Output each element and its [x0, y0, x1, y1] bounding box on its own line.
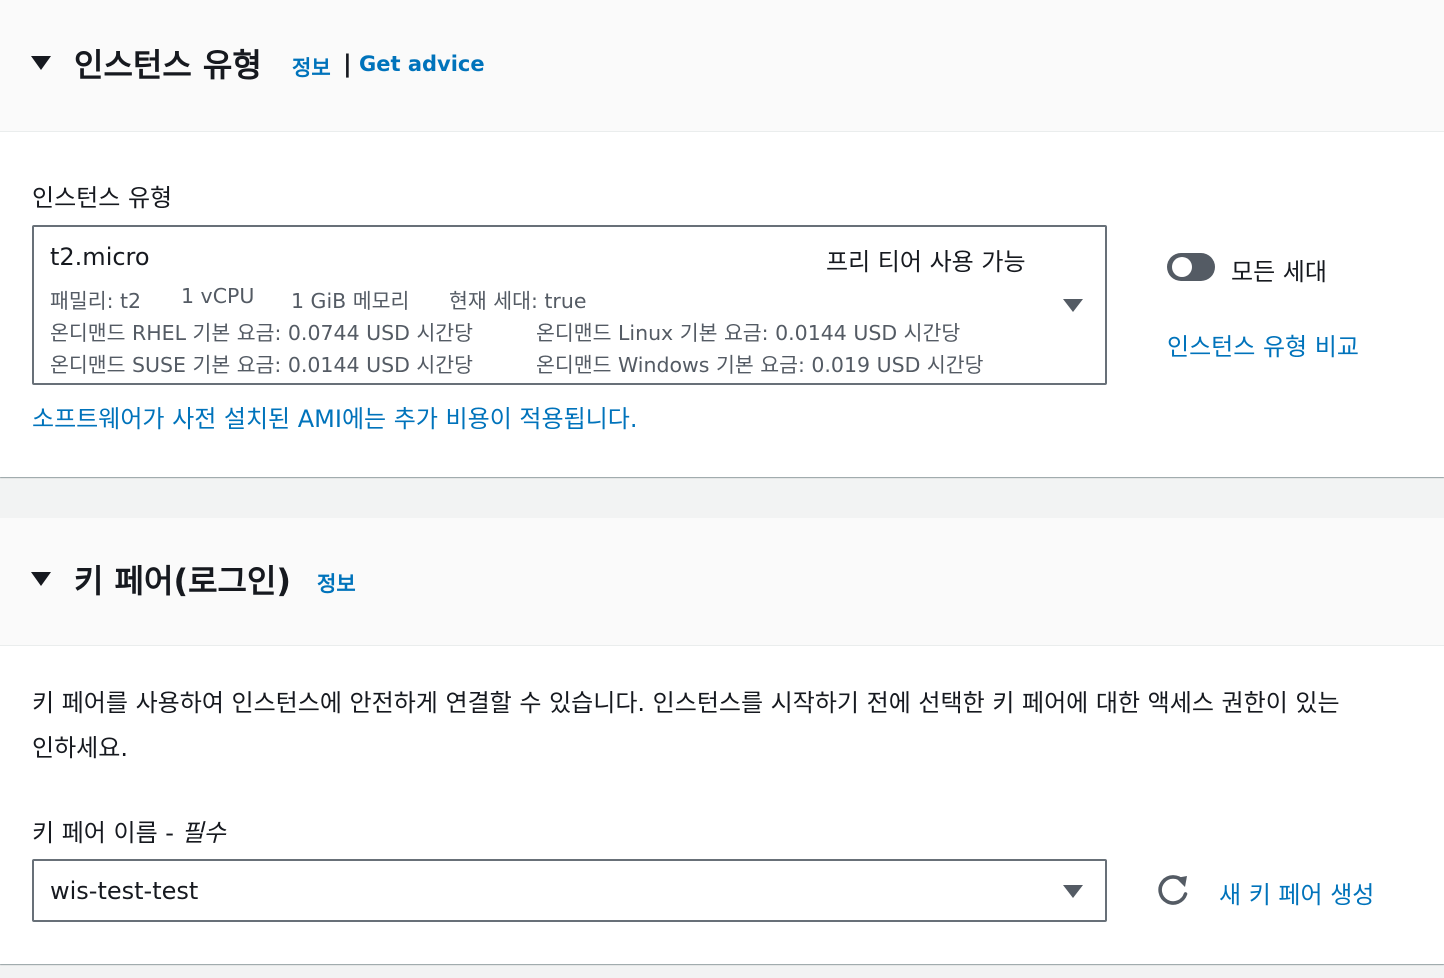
chevron-down-icon	[1063, 299, 1083, 312]
key-pair-header: 키 페어(로그인) 정보	[0, 518, 1444, 646]
key-pair-select[interactable]: wis-test-test	[32, 859, 1107, 922]
instance-vcpu: 1 vCPU	[181, 284, 255, 308]
instance-current-gen: 현재 세대: true	[449, 289, 587, 313]
instance-memory: 1 GiB 메모리	[291, 289, 410, 313]
collapse-caret-icon[interactable]	[31, 572, 51, 586]
compare-instance-types-link[interactable]: 인스턴스 유형 비교	[1167, 327, 1359, 362]
info-link[interactable]: 정보	[292, 52, 331, 82]
all-generations-toggle[interactable]	[1167, 253, 1215, 281]
chevron-down-icon	[1063, 885, 1083, 898]
required-marker: 필수	[181, 819, 226, 847]
instance-type-select[interactable]: t2.micro 프리 티어 사용 가능 패밀리: t2 1 vCPU 1 Gi…	[32, 225, 1107, 385]
refresh-icon[interactable]	[1154, 872, 1192, 910]
info-link[interactable]: 정보	[317, 568, 356, 598]
rhel-price: 온디맨드 RHEL 기본 요금: 0.0744 USD 시간당	[50, 321, 474, 345]
section-title: 키 페어(로그인)	[74, 562, 292, 600]
instance-type-field-label: 인스턴스 유형	[32, 184, 173, 212]
key-pair-selected-value: wis-test-test	[50, 877, 199, 905]
get-advice-link[interactable]: Get advice	[359, 52, 485, 76]
instance-family: 패밀리: t2	[50, 289, 142, 313]
windows-price: 온디맨드 Windows 기본 요금: 0.019 USD 시간당	[536, 353, 984, 377]
separator: |	[343, 50, 352, 78]
all-generations-label: 모든 세대	[1231, 258, 1327, 286]
instance-type-header: 인스턴스 유형 정보 | Get advice	[0, 0, 1444, 132]
toggle-knob	[1172, 257, 1192, 277]
instance-type-panel: 인스턴스 유형 정보 | Get advice 인스턴스 유형 t2.micro…	[0, 0, 1444, 477]
free-tier-badge: 프리 티어 사용 가능	[826, 248, 1026, 276]
key-pair-description-cont: 인하세요.	[32, 734, 128, 762]
key-pair-description: 키 페어를 사용하여 인스턴스에 안전하게 연결할 수 있습니다. 인스턴스를 …	[32, 689, 1340, 717]
ami-cost-note-link[interactable]: 소프트웨어가 사전 설치된 AMI에는 추가 비용이 적용됩니다.	[32, 399, 637, 434]
suse-price: 온디맨드 SUSE 기본 요금: 0.0144 USD 시간당	[50, 353, 473, 377]
key-pair-panel: 키 페어(로그인) 정보 키 페어를 사용하여 인스턴스에 안전하게 연결할 수…	[0, 518, 1444, 964]
instance-type-name: t2.micro	[50, 243, 150, 271]
section-title: 인스턴스 유형	[74, 46, 262, 84]
key-pair-field-label: 키 페어 이름 - 필수	[32, 813, 226, 848]
collapse-caret-icon[interactable]	[31, 56, 51, 70]
key-pair-label-text: 키 페어 이름 -	[32, 819, 182, 847]
create-key-pair-link[interactable]: 새 키 페어 생성	[1219, 875, 1374, 910]
linux-price: 온디맨드 Linux 기본 요금: 0.0144 USD 시간당	[536, 321, 961, 345]
